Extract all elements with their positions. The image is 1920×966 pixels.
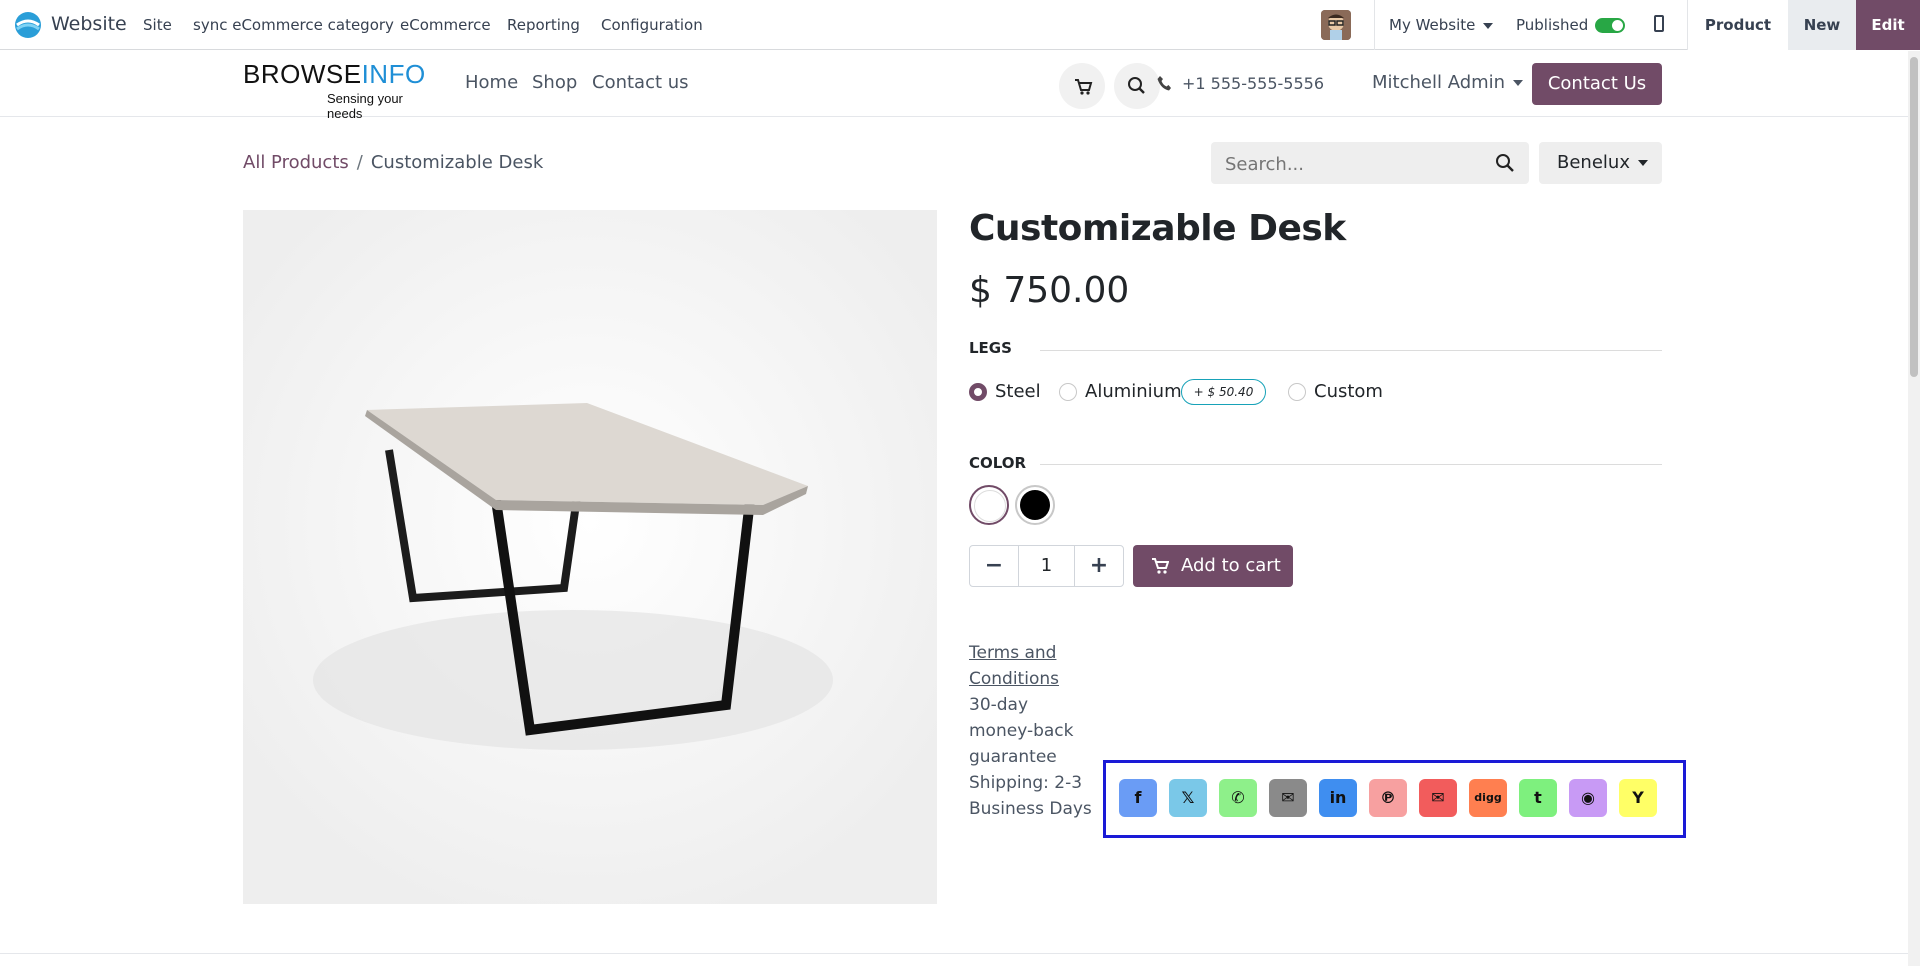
mail-icon[interactable]: ✉ (1419, 779, 1457, 817)
pinterest-icon[interactable]: ℗ (1369, 779, 1407, 817)
search-icon (1128, 77, 1145, 94)
tumblr-icon[interactable]: t (1519, 779, 1557, 817)
odoo-top-bar: Website Site sync eCommerce category eCo… (0, 0, 1920, 50)
mobile-preview-icon[interactable] (1654, 15, 1664, 32)
user-avatar[interactable] (1321, 10, 1351, 40)
product-image (243, 210, 937, 904)
menu-sync-ecommerce-category[interactable]: sync eCommerce category (193, 16, 394, 34)
terms-block: Terms and Conditions 30-day money-back g… (969, 640, 1094, 822)
scrollbar-thumb[interactable] (1910, 57, 1918, 377)
email-icon[interactable]: ✉ (1269, 779, 1307, 817)
divider (0, 953, 1908, 954)
pricelist-dropdown[interactable]: Benelux (1539, 142, 1662, 184)
nav-shop[interactable]: Shop (532, 72, 577, 93)
website-selector-label: My Website (1389, 16, 1476, 34)
chevron-down-icon (1513, 80, 1524, 86)
linkedin-icon[interactable]: in (1319, 779, 1357, 817)
shipping-text: Shipping: 2-3 Business Days (969, 773, 1092, 819)
published-label: Published (1516, 16, 1589, 34)
header-search-button[interactable] (1114, 63, 1160, 109)
x-twitter-icon[interactable]: 𝕏 (1169, 779, 1207, 817)
phone-number: +1 555-555-5556 (1182, 74, 1325, 93)
breadcrumb-separator: / (356, 152, 363, 173)
menu-reporting[interactable]: Reporting (507, 16, 580, 34)
product-price: $ 750.00 (969, 270, 1130, 311)
pricelist-label: Benelux (1557, 152, 1630, 173)
divider (1374, 0, 1375, 50)
page-scrollbar[interactable] (1908, 51, 1920, 966)
quantity-minus-button[interactable]: − (969, 545, 1019, 587)
digg-icon[interactable]: digg (1469, 779, 1507, 817)
legs-radio-steel[interactable] (969, 383, 987, 401)
toggle-knob (1612, 20, 1623, 31)
cart-icon (1075, 79, 1093, 95)
menu-ecommerce[interactable]: eCommerce (400, 16, 491, 34)
app-name[interactable]: Website (51, 13, 127, 35)
divider (1040, 350, 1662, 351)
legs-label-aluminium[interactable]: Aluminium (1085, 381, 1182, 402)
odoo-logo-icon[interactable] (14, 11, 42, 39)
brand-logo[interactable]: BROWSEINFO Sensing your needs (243, 59, 433, 121)
legs-radio-aluminium[interactable] (1059, 383, 1077, 401)
legs-label-steel[interactable]: Steel (995, 381, 1041, 402)
color-swatch-white[interactable] (969, 485, 1009, 525)
desk-illustration (243, 210, 937, 904)
brand-tagline: Sensing your needs (327, 91, 403, 121)
brand-name-part1: BROWSE (243, 59, 362, 89)
search-input[interactable] (1223, 142, 1487, 186)
brand-name: BROWSEINFO (243, 59, 426, 90)
quantity-stepper: − 1 + (969, 545, 1124, 587)
search-icon[interactable] (1495, 153, 1515, 173)
social-share-bar: f 𝕏 ✆ ✉ in ℗ ✉ digg t ◉ Y (1103, 760, 1686, 838)
edit-button[interactable]: Edit (1856, 0, 1920, 50)
cart-button[interactable] (1059, 63, 1105, 109)
price-extra-badge: + $ 50.40 (1181, 379, 1266, 405)
add-to-cart-label: Add to cart (1181, 555, 1281, 576)
nav-home[interactable]: Home (465, 72, 518, 93)
money-back-text: 30-day money-back guarantee (969, 695, 1074, 767)
add-to-cart-button[interactable]: Add to cart (1133, 545, 1293, 587)
published-toggle[interactable] (1595, 18, 1625, 33)
color-heading: COLOR (969, 454, 1027, 472)
legs-radio-custom[interactable] (1288, 383, 1306, 401)
phone-contact[interactable]: +1 555-555-5556 (1157, 74, 1325, 93)
breadcrumb: All Products / Customizable Desk (243, 152, 543, 173)
menu-configuration[interactable]: Configuration (601, 16, 703, 34)
quantity-input[interactable]: 1 (1019, 545, 1074, 587)
contact-us-button[interactable]: Contact Us (1532, 63, 1662, 105)
user-name: Mitchell Admin (1372, 72, 1506, 93)
product-button[interactable]: Product (1688, 0, 1788, 50)
menu-site[interactable]: Site (143, 16, 172, 34)
chevron-down-icon (1637, 160, 1648, 166)
brand-name-part2: INFO (361, 59, 426, 89)
divider (1040, 464, 1662, 465)
quantity-plus-button[interactable]: + (1074, 545, 1124, 587)
phone-icon (1157, 76, 1171, 91)
hackernews-icon[interactable]: Y (1619, 779, 1657, 817)
site-header: BROWSEINFO Sensing your needs Home Shop … (0, 51, 1908, 121)
breadcrumb-current: Customizable Desk (370, 152, 544, 173)
user-menu[interactable]: Mitchell Admin (1372, 72, 1524, 93)
reddit-icon[interactable]: ◉ (1569, 779, 1607, 817)
chevron-down-icon (1483, 22, 1494, 29)
legs-heading: LEGS (969, 339, 1012, 357)
breadcrumb-all-products[interactable]: All Products (243, 152, 349, 173)
new-button[interactable]: New (1788, 0, 1856, 50)
website-selector[interactable]: My Website (1389, 16, 1494, 34)
nav-contact-us[interactable]: Contact us (592, 72, 689, 93)
facebook-icon[interactable]: f (1119, 779, 1157, 817)
product-search (1211, 142, 1529, 186)
cart-icon (1152, 558, 1169, 574)
color-swatch-black[interactable] (1015, 485, 1055, 525)
terms-link[interactable]: Terms and Conditions (969, 640, 1094, 692)
whatsapp-icon[interactable]: ✆ (1219, 779, 1257, 817)
legs-label-custom[interactable]: Custom (1314, 381, 1383, 402)
product-title: Customizable Desk (969, 208, 1346, 249)
